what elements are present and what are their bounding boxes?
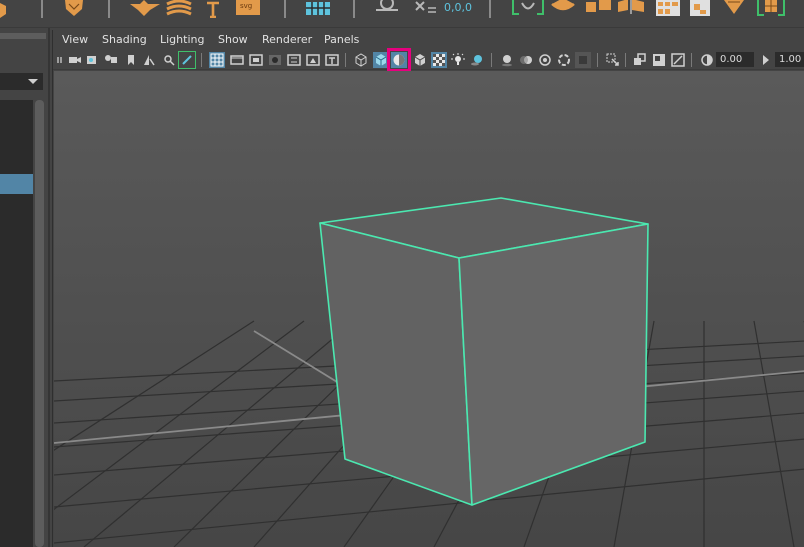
extract-icon[interactable] [656,0,682,18]
toolbar-separator [491,53,492,67]
menu-view[interactable]: View [62,33,88,46]
backface-culling-icon[interactable] [670,52,686,68]
camera-icon[interactable] [67,52,83,68]
separate-icon[interactable] [618,0,646,18]
toolbar-separator [201,53,202,67]
film-gate-icon[interactable] [229,52,245,68]
viewport-menubar: View Shading Lighting Show Renderer Pane… [53,30,804,50]
combine-icon[interactable] [586,0,612,18]
outliner-list[interactable] [0,100,33,547]
gate-mask-icon[interactable] [267,52,283,68]
bridge-icon[interactable] [722,0,746,18]
shape-icon[interactable] [550,0,576,18]
isolate-select-icon[interactable] [575,52,591,68]
smooth-shade-selected-icon[interactable] [373,52,389,68]
shelf-separator [489,0,491,18]
safe-title-icon[interactable] [324,52,340,68]
menu-show[interactable]: Show [218,33,248,46]
viewport-toolbar: 0.00 1.00 [53,48,804,72]
coordinate-readout: 0,0,0 [444,1,472,14]
textured-icon[interactable] [431,52,447,68]
channel-box-panel [0,28,50,547]
panel-dropdown[interactable] [0,73,43,90]
multisample-aa-icon[interactable] [537,52,553,68]
grid-icon[interactable] [209,52,225,68]
type-icon[interactable] [205,0,221,18]
field-chart-icon[interactable] [286,52,302,68]
toolbar-separator [597,53,598,67]
lighting-icon[interactable] [450,52,466,68]
screen-space-ao-icon[interactable] [499,52,515,68]
shelf-separator [353,0,355,18]
polygon-helix-icon[interactable] [165,0,195,18]
polygon-cone-icon[interactable] [130,0,162,18]
bevel-icon[interactable] [690,0,712,18]
xray-active-components-icon[interactable] [651,52,667,68]
exposure-icon[interactable] [699,52,715,68]
safe-action-icon[interactable] [305,52,321,68]
xray-joints-icon[interactable] [632,52,648,68]
viewport-panel: View Shading Lighting Show Renderer Pane… [52,30,804,547]
svg-icon[interactable]: svg [236,0,262,18]
toolbar-separator [345,53,346,67]
bookmark-icon[interactable] [123,52,139,68]
wireframe-icon[interactable] [353,52,369,68]
chevron-down-icon [28,79,38,84]
selected-list-item[interactable] [0,174,33,194]
gamma-icon[interactable] [759,52,775,68]
svg-text:svg: svg [240,2,252,10]
xray-icon[interactable] [605,52,621,68]
grease-pencil-icon[interactable] [178,51,196,69]
snap-grid-icon[interactable] [306,0,332,18]
panel-header-strip [0,33,46,39]
smooth-shade-all-icon[interactable] [387,48,411,72]
polygon-cube[interactable] [319,197,649,506]
2d-pan-zoom-icon[interactable] [161,52,177,68]
menu-panels[interactable]: Panels [324,33,359,46]
shelf-separator [108,0,110,18]
bookmark-camera-icon[interactable] [103,52,119,68]
maya-window: svg 0,0,0 View Shading Lighting Show Ren… [0,0,804,547]
image-plane-icon[interactable] [141,52,157,68]
motion-blur-icon[interactable] [518,52,534,68]
camera-attributes-icon[interactable] [85,52,101,68]
menu-renderer[interactable]: Renderer [262,33,312,46]
toolbar-separator [625,53,626,67]
shelf-separator [284,0,286,18]
append-polygon-icon[interactable] [756,0,786,18]
shadows-icon[interactable] [469,52,485,68]
wireframe-on-shaded-icon[interactable] [412,52,428,68]
toolbar-separator [691,53,692,67]
select-curve-icon[interactable] [510,0,546,18]
menu-shading[interactable]: Shading [102,33,147,46]
polygon-sphere-icon[interactable] [62,0,86,18]
shelf-partial-icon[interactable] [0,0,10,18]
gamma-field[interactable]: 1.00 [775,52,804,67]
depth-of-field-icon[interactable] [556,52,572,68]
shelf-separator [41,0,43,18]
viewport-canvas[interactable] [54,71,804,547]
transform-icon[interactable] [414,0,436,18]
exposure-field[interactable]: 0.00 [716,52,754,67]
shelf-bar: svg 0,0,0 [0,0,804,28]
live-surface-icon[interactable] [374,0,402,18]
panel-scrollbar[interactable] [35,100,44,547]
resolution-gate-icon[interactable] [248,52,264,68]
menu-lighting[interactable]: Lighting [160,33,204,46]
panel-divider[interactable] [48,28,50,547]
